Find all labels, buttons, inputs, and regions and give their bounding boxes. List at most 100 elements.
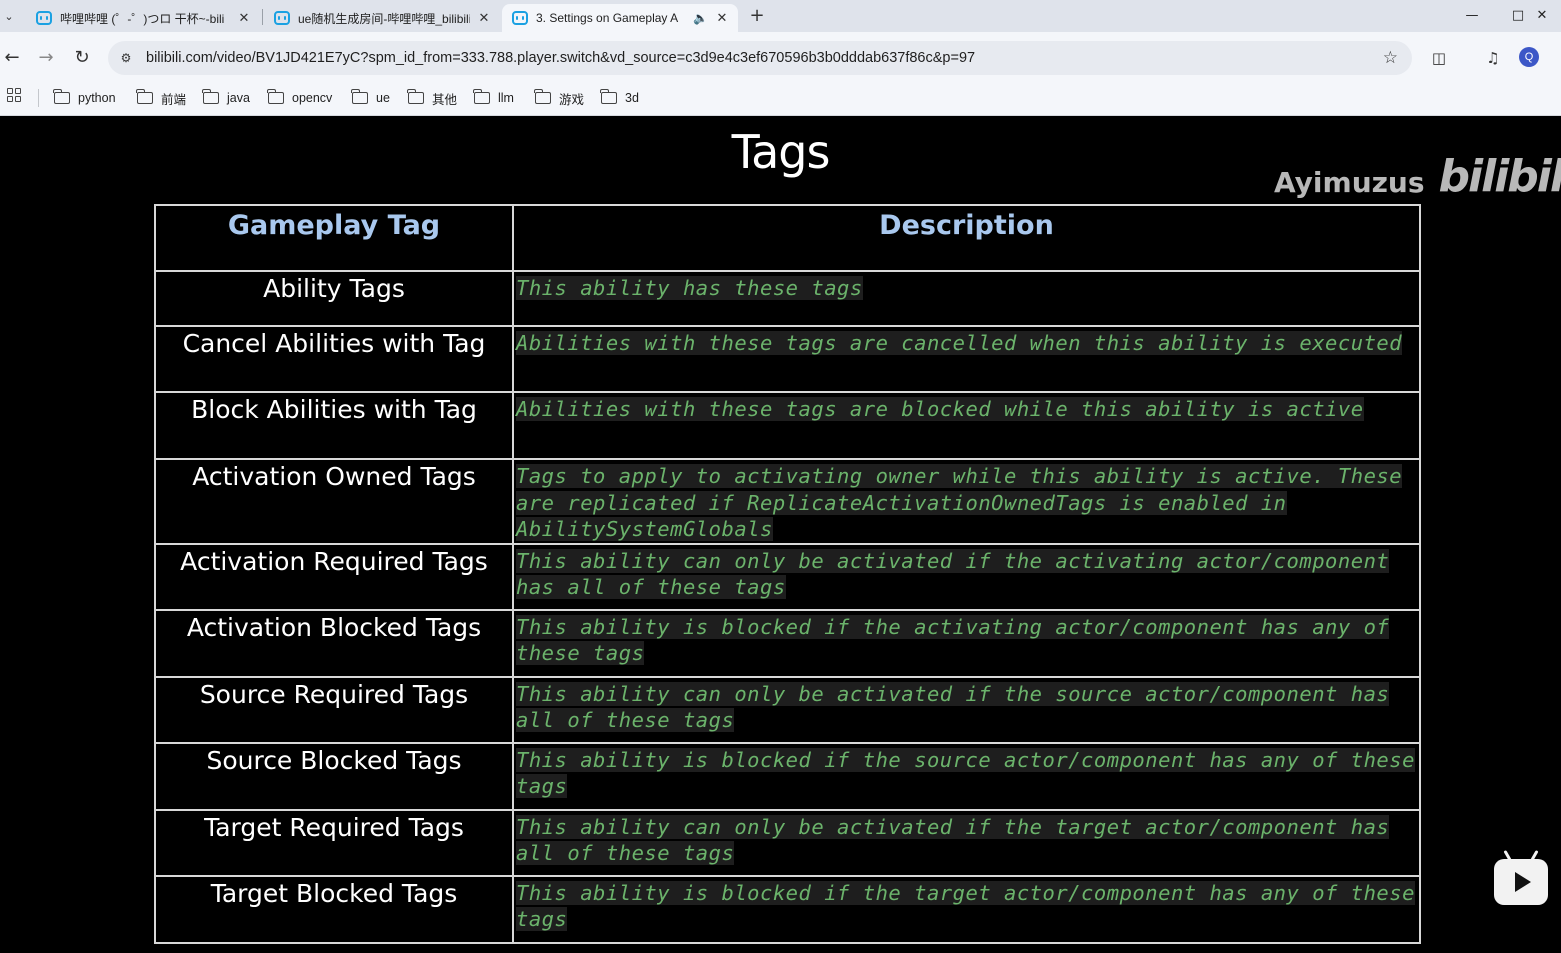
table-row: Activation Blocked Tags This ability is … xyxy=(154,608,1421,678)
tag-description: This ability is blocked if the source ac… xyxy=(516,747,1415,799)
tag-name: Source Blocked Tags xyxy=(154,741,514,811)
folder-icon xyxy=(351,89,368,104)
tag-name: Block Abilities with Tag xyxy=(154,391,514,460)
close-icon[interactable]: ✕ xyxy=(714,10,730,26)
folder-icon xyxy=(600,89,617,104)
bookmark-java[interactable]: java xyxy=(202,87,250,109)
bookmark-python[interactable]: python xyxy=(53,87,116,109)
folder-icon xyxy=(407,89,424,104)
bookmark-label: 3d xyxy=(625,91,639,105)
media-controls-icon[interactable]: ♫ xyxy=(1482,47,1504,69)
minimize-icon[interactable]: — xyxy=(1460,4,1484,26)
tag-description: Tags to apply to activating owner while … xyxy=(516,464,1403,542)
bookmarks-bar: python 前端 java opencv ue 其他 llm 游戏 3d xyxy=(0,82,1561,116)
watermark-username: Ayimuzus xyxy=(1274,166,1425,199)
address-bar[interactable]: ⚙ bilibili.com/video/BV1JD421E7yC?spm_id… xyxy=(108,41,1412,75)
table-row: Target Blocked Tags This ability is bloc… xyxy=(154,874,1421,944)
tab-bilibili-home[interactable]: 哔哩哔哩 (゜-゜)つロ 干杯~-bili ✕ xyxy=(26,4,260,32)
maximize-icon[interactable]: □ xyxy=(1506,4,1530,26)
bookmark-frontend[interactable]: 前端 xyxy=(136,87,187,109)
tag-description: This ability is blocked if the activatin… xyxy=(516,614,1390,666)
tag-description: This ability can only be activated if th… xyxy=(516,548,1390,600)
back-arrow-icon[interactable]: ← xyxy=(1,46,23,68)
tag-name: Target Blocked Tags xyxy=(154,874,514,944)
tag-name: Activation Blocked Tags xyxy=(154,608,514,678)
folder-icon xyxy=(267,89,284,104)
tab-title: 哔哩哔哩 (゜-゜)つロ 干杯~-bili xyxy=(60,11,225,26)
bookmark-llm[interactable]: llm xyxy=(473,87,514,109)
bookmark-label: java xyxy=(227,91,250,105)
close-icon[interactable]: ✕ xyxy=(236,10,252,26)
tab-ue-random-rooms[interactable]: ue随机生成房间-哔哩哔哩_bilibili ✕ xyxy=(264,4,500,32)
table-row: Cancel Abilities with Tag Abilities with… xyxy=(154,325,1421,393)
tag-name: Source Required Tags xyxy=(154,675,514,744)
tag-description-cell: This ability is blocked if the activatin… xyxy=(512,608,1421,678)
tag-description-cell: This ability can only be activated if th… xyxy=(512,542,1421,611)
column-header: Gameplay Tag xyxy=(154,204,514,272)
apps-grid-icon[interactable] xyxy=(7,88,21,102)
tag-description: This ability can only be activated if th… xyxy=(516,681,1390,733)
folder-icon xyxy=(136,89,153,104)
bookmark-label: llm xyxy=(498,91,514,105)
tab-strip: ⌄ 哔哩哔哩 (゜-゜)つロ 干杯~-bili ✕ ue随机生成房间-哔哩哔哩_… xyxy=(0,0,1561,32)
bilibili-tv-icon xyxy=(512,11,528,25)
bookmark-star-icon[interactable]: ☆ xyxy=(1383,48,1398,68)
tag-description: This ability can only be activated if th… xyxy=(516,814,1390,866)
table-header-row: Gameplay Tag Description xyxy=(154,204,1421,272)
tab-search-chevron-icon[interactable]: ⌄ xyxy=(0,0,18,32)
tag-description-cell: This ability can only be activated if th… xyxy=(512,675,1421,744)
bookmark-games[interactable]: 游戏 xyxy=(534,87,584,109)
tag-name: Activation Owned Tags xyxy=(154,458,514,545)
folder-icon xyxy=(473,89,490,104)
tab-title: ue随机生成房间-哔哩哔哩_bilibili xyxy=(298,11,470,26)
tag-description-cell: This ability has these tags xyxy=(512,270,1421,327)
folder-icon xyxy=(202,89,219,104)
reload-icon[interactable]: ↻ xyxy=(71,46,93,68)
tag-description-cell: Tags to apply to activating owner while … xyxy=(512,458,1421,545)
table-row: Activation Owned Tags Tags to apply to a… xyxy=(154,458,1421,545)
close-icon[interactable]: ✕ xyxy=(476,10,492,26)
table-row: Ability Tags This ability has these tags xyxy=(154,270,1421,327)
tag-name: Cancel Abilities with Tag xyxy=(154,325,514,393)
tab-divider xyxy=(262,9,263,25)
bookmark-ue[interactable]: ue xyxy=(351,87,390,109)
site-info-icon[interactable]: ⚙ xyxy=(116,48,136,68)
bilibili-logo: bilibili xyxy=(1438,151,1561,202)
video-player[interactable]: Tags Ayimuzus bilibili Gameplay Tag Desc… xyxy=(0,117,1561,953)
tab-settings-gameplay[interactable]: 3. Settings on Gameplay A 🔈 ✕ xyxy=(502,4,738,32)
tag-description-cell: This ability is blocked if the target ac… xyxy=(512,874,1421,944)
speaker-icon[interactable]: 🔈 xyxy=(693,11,708,25)
folder-icon xyxy=(53,89,70,104)
tag-name: Ability Tags xyxy=(154,270,514,327)
bookmark-other[interactable]: 其他 xyxy=(407,87,458,109)
close-window-icon[interactable]: ✕ xyxy=(1530,4,1554,26)
tag-description-cell: This ability is blocked if the source ac… xyxy=(512,741,1421,811)
table-row: Source Required Tags This ability can on… xyxy=(154,675,1421,744)
bookmark-label: 前端 xyxy=(161,92,187,107)
extensions-icon[interactable]: ◫ xyxy=(1428,47,1450,69)
tag-description: Abilities with these tags are blocked wh… xyxy=(516,397,1364,421)
bookmark-label: python xyxy=(78,91,116,105)
bookmark-3d[interactable]: 3d xyxy=(600,87,639,109)
forward-arrow-icon[interactable]: → xyxy=(35,46,57,68)
tag-description: This ability is blocked if the target ac… xyxy=(516,880,1415,932)
table-row: Target Required Tags This ability can on… xyxy=(154,808,1421,877)
tag-description-cell: Abilities with these tags are blocked wh… xyxy=(512,391,1421,460)
table-row: Block Abilities with Tag Abilities with … xyxy=(154,391,1421,460)
url-text[interactable]: bilibili.com/video/BV1JD421E7yC?spm_id_f… xyxy=(146,50,975,66)
bilibili-tv-icon xyxy=(274,11,290,25)
new-tab-button[interactable]: + xyxy=(748,5,766,26)
play-button[interactable] xyxy=(1494,859,1548,905)
bookmark-label: opencv xyxy=(292,91,333,105)
tab-title: 3. Settings on Gameplay A xyxy=(536,11,679,25)
tag-description-cell: This ability can only be activated if th… xyxy=(512,808,1421,877)
column-header: Description xyxy=(512,204,1421,272)
bookmark-label: ue xyxy=(376,91,390,105)
play-icon xyxy=(1515,872,1531,892)
bookmark-opencv[interactable]: opencv xyxy=(267,87,333,109)
bookmark-label: 其他 xyxy=(432,92,458,107)
profile-avatar[interactable]: Q xyxy=(1519,47,1539,67)
gameplay-tags-table: Gameplay Tag Description Ability Tags Th… xyxy=(154,204,1421,944)
tag-description: This ability has these tags xyxy=(516,276,863,300)
tag-name: Target Required Tags xyxy=(154,808,514,877)
